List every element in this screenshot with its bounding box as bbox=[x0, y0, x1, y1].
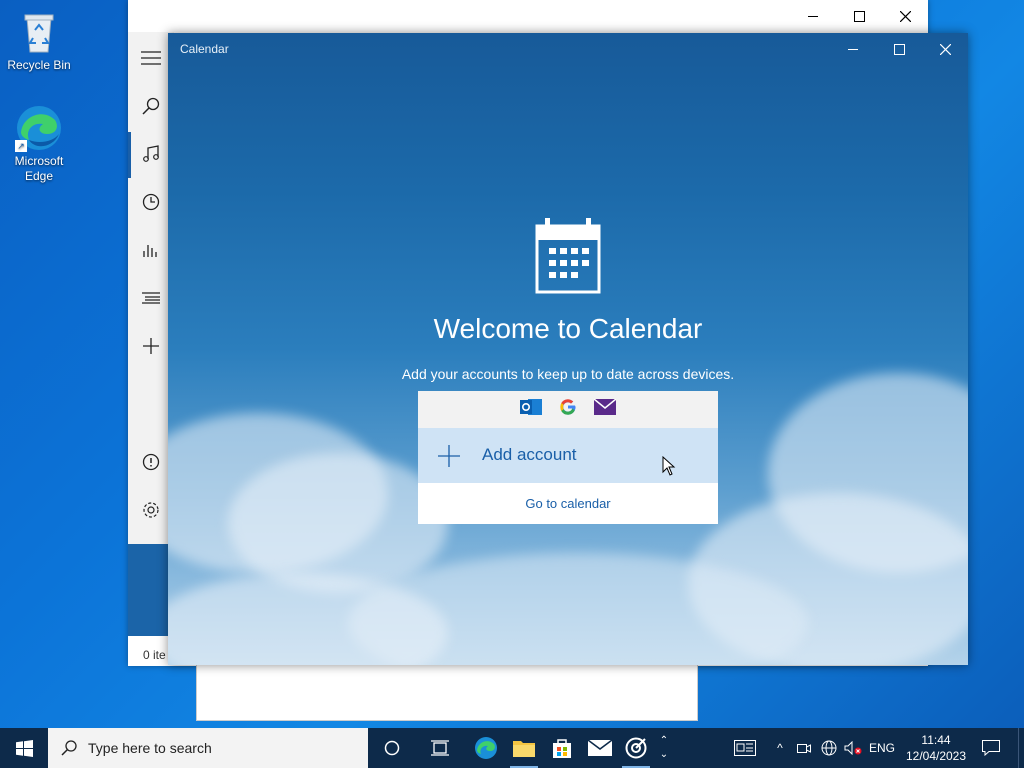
search-placeholder: Type here to search bbox=[88, 740, 212, 756]
news-icon bbox=[734, 740, 756, 756]
close-icon bbox=[899, 10, 911, 22]
task-view-icon bbox=[431, 740, 449, 756]
desktop-icon-label: Recycle Bin bbox=[7, 58, 71, 72]
add-account-label: Add account bbox=[482, 445, 577, 464]
welcome-content: Welcome to Calendar Add your accounts to… bbox=[168, 33, 968, 665]
network-button[interactable] bbox=[818, 728, 840, 768]
volume-button[interactable] bbox=[842, 728, 864, 768]
account-provider-icons bbox=[418, 391, 718, 428]
action-center-button[interactable] bbox=[976, 728, 1006, 768]
google-icon bbox=[558, 397, 578, 422]
taskbar-mail[interactable] bbox=[580, 728, 620, 768]
volume-muted-icon bbox=[844, 741, 862, 755]
show-desktop-button[interactable] bbox=[1018, 728, 1024, 768]
globe-network-icon bbox=[821, 740, 837, 756]
folder-icon bbox=[513, 741, 535, 757]
chevron-down-icon: ⌄ bbox=[659, 749, 669, 760]
taskbar-edge[interactable] bbox=[466, 728, 506, 768]
edge-icon: ↗ bbox=[15, 104, 63, 152]
taskbar-overflow-scroll[interactable]: ⌃ ⌄ bbox=[654, 728, 674, 768]
desktop-icon-edge[interactable]: ↗ Microsoft Edge bbox=[2, 104, 76, 184]
minimize-icon bbox=[808, 15, 818, 17]
clock-date: 12/04/2023 bbox=[905, 749, 967, 763]
cortana-circle-icon bbox=[384, 740, 400, 756]
taskbar-groove-music[interactable] bbox=[616, 728, 656, 768]
groove-music-icon bbox=[625, 737, 647, 759]
chevron-up-icon: ^ bbox=[777, 741, 783, 755]
notification-icon bbox=[982, 740, 1000, 756]
start-button[interactable] bbox=[0, 728, 48, 768]
desktop-icon-recycle-bin[interactable]: Recycle Bin bbox=[2, 8, 76, 73]
input-language[interactable]: ENG bbox=[866, 728, 898, 768]
show-hidden-icons[interactable]: ^ bbox=[770, 728, 790, 768]
taskbar-search-box[interactable]: Type here to search bbox=[48, 728, 368, 768]
search-icon bbox=[61, 740, 77, 756]
go-to-calendar-button[interactable]: Go to calendar bbox=[418, 483, 718, 524]
mail-icon bbox=[593, 398, 617, 420]
calendar-icon bbox=[535, 216, 601, 299]
cortana-button[interactable] bbox=[372, 728, 412, 768]
chevron-up-icon: ⌃ bbox=[659, 735, 669, 746]
maximize-button[interactable] bbox=[836, 0, 882, 32]
task-view-button[interactable] bbox=[420, 728, 460, 768]
background-window-titlebar[interactable] bbox=[128, 0, 928, 32]
edge-icon bbox=[475, 737, 497, 759]
windows-logo-icon bbox=[15, 739, 33, 757]
recycle-bin-icon bbox=[15, 8, 63, 56]
desktop-icon-label: Microsoft Edge bbox=[14, 154, 64, 183]
taskbar: Type here to search ⌃ ⌄ ^ ENG 11:44 12/0… bbox=[0, 728, 1024, 768]
mouse-cursor-icon bbox=[662, 456, 676, 476]
store-bag-icon bbox=[553, 739, 571, 758]
mail-icon bbox=[588, 740, 612, 756]
plus-icon bbox=[438, 445, 460, 467]
add-account-button[interactable]: Add account bbox=[418, 428, 718, 483]
welcome-heading: Welcome to Calendar bbox=[433, 313, 703, 344]
taskbar-file-explorer[interactable] bbox=[504, 728, 544, 768]
taskbar-store[interactable] bbox=[542, 728, 582, 768]
clock[interactable]: 11:44 12/04/2023 bbox=[902, 728, 970, 768]
background-window-partial bbox=[196, 660, 698, 721]
minimize-button[interactable] bbox=[790, 0, 836, 32]
welcome-subtitle: Add your accounts to keep up to date acr… bbox=[401, 366, 735, 382]
news-interests-button[interactable] bbox=[728, 728, 762, 768]
camera-icon bbox=[797, 744, 811, 753]
close-button[interactable] bbox=[882, 0, 928, 32]
outlook-icon bbox=[520, 397, 542, 422]
maximize-icon bbox=[853, 10, 865, 22]
calendar-window[interactable]: Calendar Welcome to Calendar Add your ac… bbox=[168, 33, 968, 665]
account-card: Add account Go to calendar bbox=[418, 391, 718, 524]
meet-now-button[interactable] bbox=[794, 728, 814, 768]
shortcut-arrow-icon: ↗ bbox=[15, 140, 27, 152]
clock-time: 11:44 bbox=[921, 733, 951, 747]
